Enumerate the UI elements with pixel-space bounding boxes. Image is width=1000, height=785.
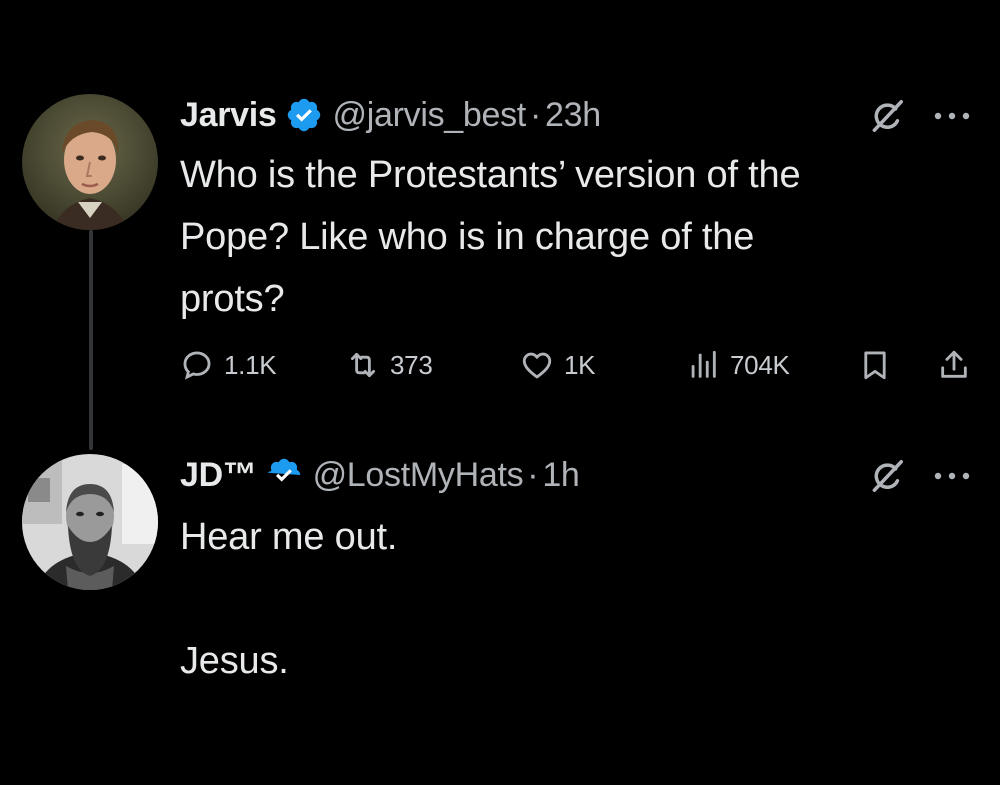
timestamp[interactable]: 23h	[545, 96, 601, 135]
share-button[interactable]	[937, 345, 971, 385]
user-handle[interactable]: @jarvis_best	[333, 96, 527, 135]
tweet-header: Jarvis @jarvis_best · 23h	[180, 90, 601, 140]
display-name[interactable]: JD™	[180, 456, 257, 495]
more-dots-icon[interactable]	[931, 469, 973, 483]
separator-dot: ·	[529, 95, 541, 134]
views-chart-icon	[686, 348, 720, 382]
retweet-button[interactable]: 373	[346, 345, 433, 385]
separator-dot: ·	[527, 455, 539, 494]
views-count: 704K	[730, 349, 790, 380]
reply-icon	[180, 348, 214, 382]
verified-badge-icon	[265, 456, 303, 494]
timestamp[interactable]: 1h	[542, 456, 580, 495]
bookmark-icon	[858, 348, 892, 382]
heart-icon	[520, 348, 554, 382]
grok-icon[interactable]	[868, 457, 906, 495]
reply-button[interactable]: 1.1K	[180, 345, 277, 385]
retweet-icon	[346, 348, 380, 382]
like-count: 1K	[564, 349, 596, 380]
tweet-text: Hear me out. Jesus.	[180, 516, 398, 682]
more-dots-icon[interactable]	[931, 109, 973, 123]
display-name[interactable]: Jarvis	[180, 96, 277, 135]
verified-badge-icon	[285, 96, 323, 134]
grok-icon[interactable]	[868, 97, 906, 135]
thread-connector-line	[89, 230, 93, 450]
user-handle[interactable]: @LostMyHats	[313, 456, 524, 495]
reply-count: 1.1K	[224, 349, 277, 380]
tweet-header: JD™ @LostMyHats · 1h	[180, 450, 580, 500]
avatar-jd[interactable]	[22, 454, 158, 590]
bookmark-button[interactable]	[858, 345, 892, 385]
views-button[interactable]: 704K	[686, 345, 790, 385]
retweet-count: 373	[390, 349, 433, 380]
like-button[interactable]: 1K	[520, 345, 596, 385]
share-icon	[937, 348, 971, 382]
avatar-jarvis[interactable]	[22, 94, 158, 230]
tweet-text: Who is the Protestants’ version of the P…	[180, 154, 801, 320]
